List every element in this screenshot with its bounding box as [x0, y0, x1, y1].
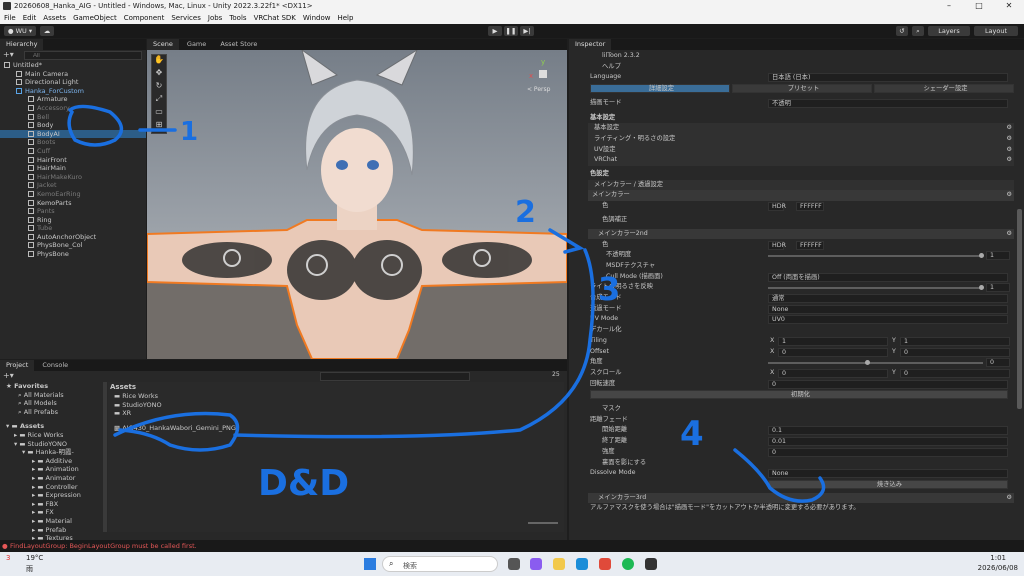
status-bar: ● FindLayoutGroup: BeginLayoutGroup must… [0, 540, 1024, 552]
annotation-drag-line [233, 248, 595, 439]
annotation-circle-1 [67, 104, 124, 147]
unity-taskbar-icon[interactable] [645, 558, 657, 570]
taskbar-search-placeholder: 検索 [403, 562, 417, 570]
annotation-circle-bake [733, 448, 826, 503]
annotation-number-4: 4 [680, 414, 704, 454]
annotation-number-3: 3 [598, 270, 620, 308]
taskbar-search[interactable]: ⌕ 検索 [382, 556, 498, 572]
annotation-overlay: 1 2 3 4 D&D [67, 104, 826, 504]
annotation-number-2: 2 [515, 195, 536, 230]
notification-badge: 3 [6, 554, 11, 562]
windows-start-icon[interactable] [364, 558, 376, 570]
annotation-circle-file [113, 411, 240, 452]
annotation-arrow [548, 228, 585, 254]
error-icon: ● [2, 542, 8, 550]
chrome-icon[interactable] [599, 558, 611, 570]
annotation-number-1: 1 [180, 117, 198, 147]
clock-time[interactable]: 1:01 [990, 554, 1006, 562]
edge-icon[interactable] [576, 558, 588, 570]
copilot-icon[interactable] [530, 558, 542, 570]
task-view-icon[interactable] [508, 558, 520, 570]
weather-temp[interactable]: 19°C [26, 554, 43, 562]
file-explorer-icon[interactable] [553, 558, 565, 570]
error-message[interactable]: FindLayoutGroup: BeginLayoutGroup must b… [10, 542, 197, 550]
windows-taskbar: 3 19°C 雨 ⌕ 検索 1:01 2026/06/08 [0, 552, 1024, 576]
clock-date: 2026/06/08 [977, 564, 1018, 572]
search-icon: ⌕ [389, 559, 394, 568]
spotify-icon[interactable] [622, 558, 634, 570]
weather-desc: 雨 [26, 565, 33, 573]
annotation-dd-label: D&D [258, 463, 349, 504]
